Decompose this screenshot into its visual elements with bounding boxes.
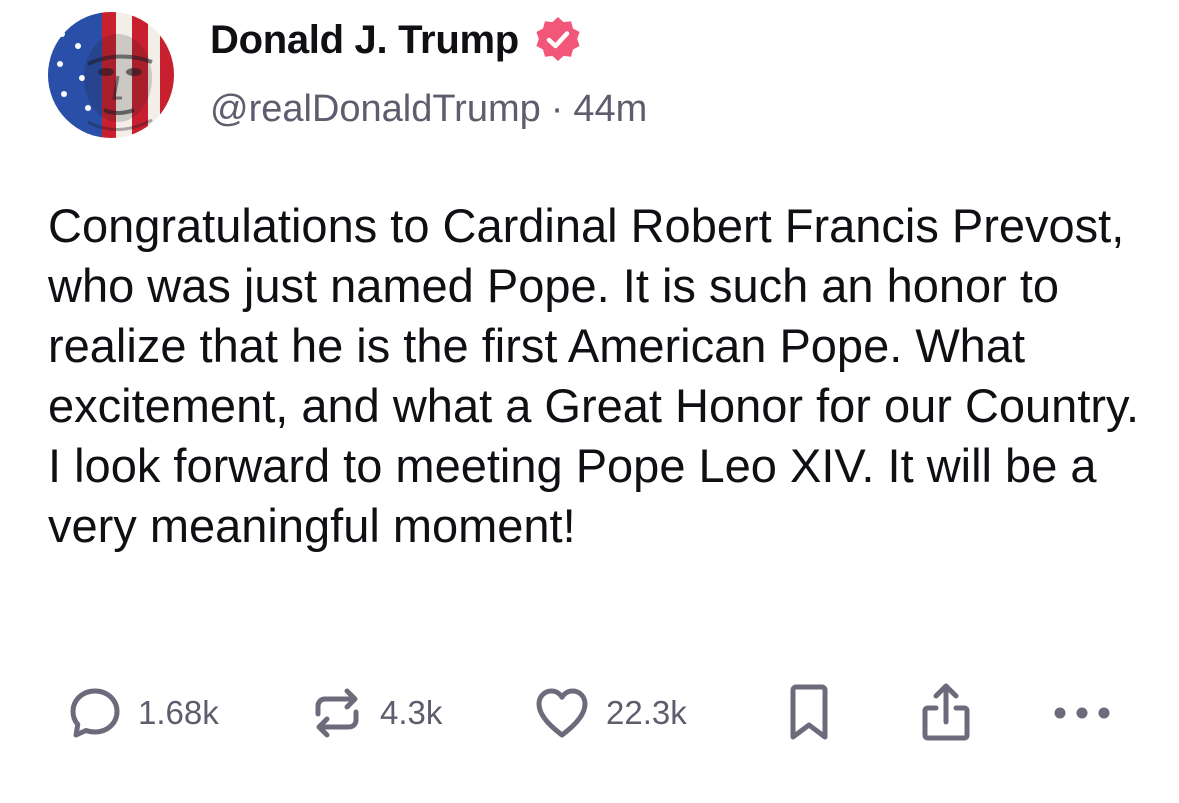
verified-badge-icon: [536, 17, 580, 61]
reply-button[interactable]: 1.68k: [66, 682, 219, 744]
bookmark-icon: [790, 684, 828, 740]
reply-icon: [70, 688, 120, 738]
author-meta-row: @realDonaldTrump · 44m: [210, 88, 647, 131]
avatar[interactable]: [48, 12, 174, 138]
like-count: 22.3k: [606, 694, 687, 731]
share-button[interactable]: [916, 682, 976, 744]
repost-button[interactable]: 4.3k: [308, 682, 442, 744]
share-icon: [922, 683, 970, 741]
post-timestamp[interactable]: 44m: [573, 88, 647, 130]
repost-count: 4.3k: [380, 694, 443, 731]
post-action-bar: 1.68k 4.3k 22.3k: [0, 682, 1179, 744]
post-body-text: Congratulations to Cardinal Robert Franc…: [48, 199, 1140, 552]
author-display-name[interactable]: Donald J. Trump: [210, 18, 519, 63]
author-name-row: Donald J. Trump: [210, 14, 583, 66]
heart-icon: [536, 688, 588, 738]
avatar-flag-portrait-image: [48, 12, 174, 138]
like-button[interactable]: 22.3k: [532, 682, 687, 744]
reply-count: 1.68k: [138, 694, 219, 731]
post-card: Donald J. Trump @realDonaldTrump · 44m Con…: [0, 0, 1179, 803]
bookmark-button[interactable]: [784, 682, 834, 744]
author-handle[interactable]: @realDonaldTrump: [210, 88, 541, 130]
meta-separator: ·: [550, 88, 564, 130]
more-options-button[interactable]: [1052, 682, 1112, 744]
more-icon: [1054, 707, 1110, 719]
repost-icon: [315, 688, 359, 738]
